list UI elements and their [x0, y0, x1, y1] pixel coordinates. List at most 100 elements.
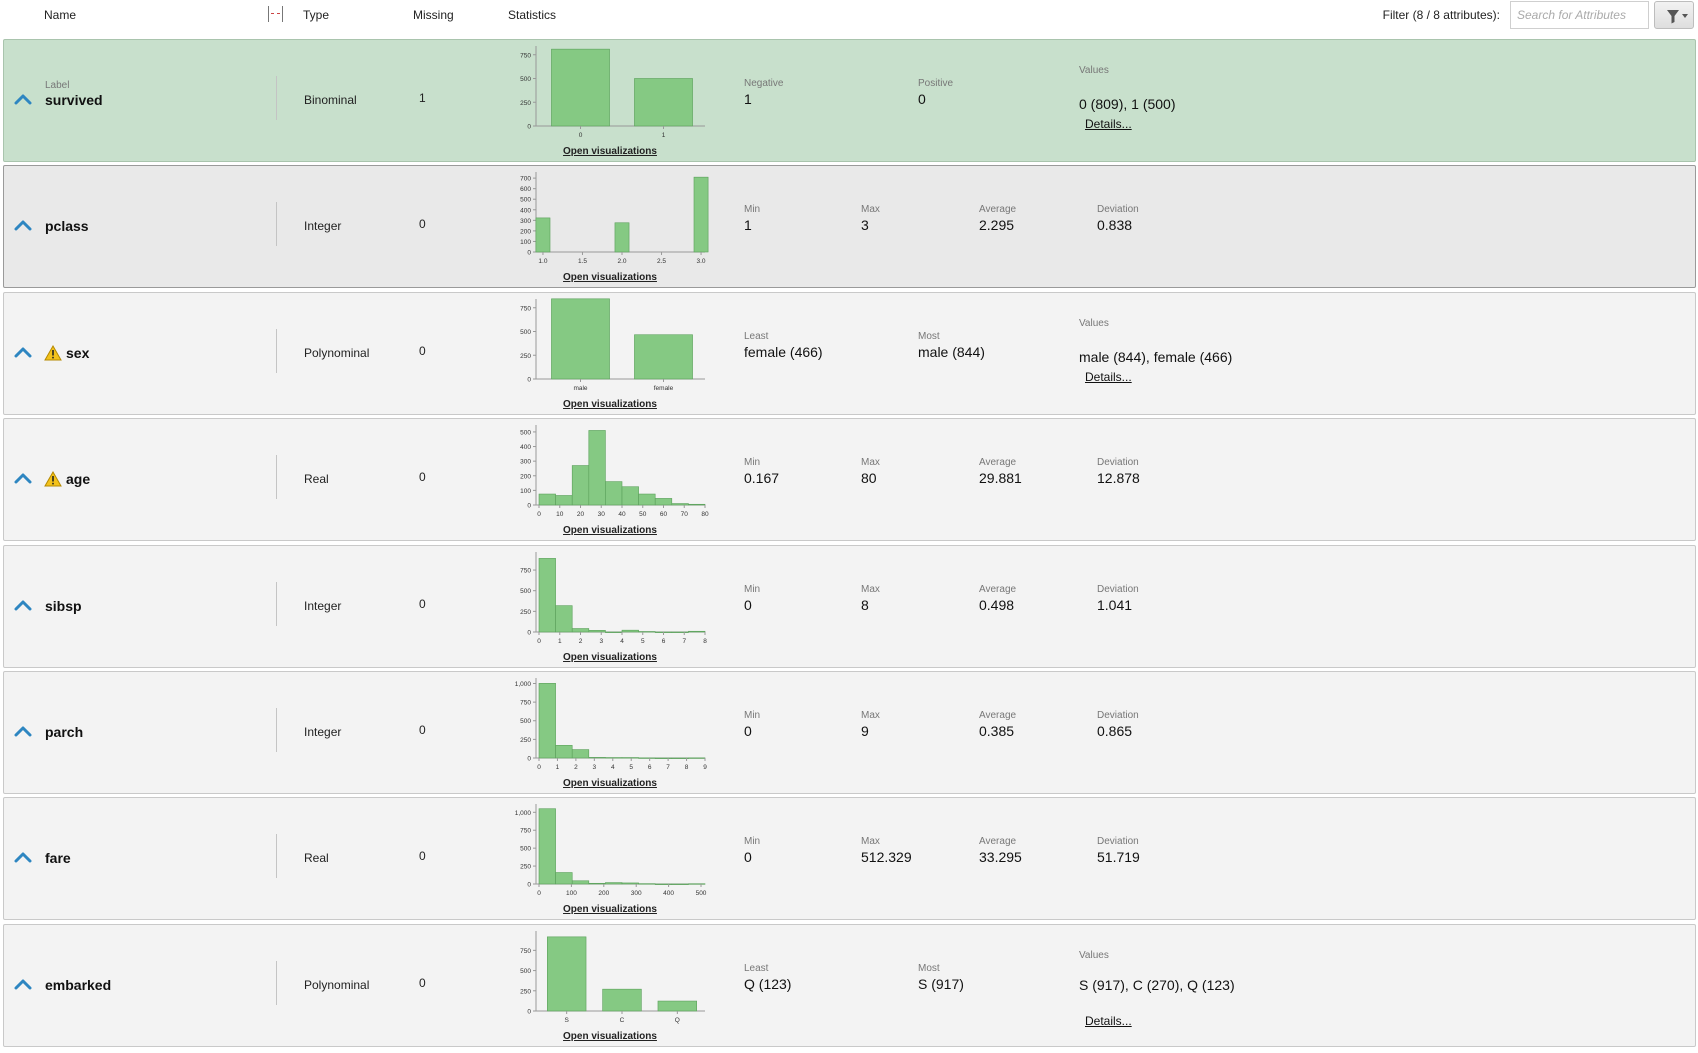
values-label: Values [1079, 318, 1109, 329]
bar [614, 222, 630, 253]
stat-value-most: male (844) [918, 344, 985, 360]
histogram-container[interactable]: 0 250 500 750 1,000 0 100 200 300 400 500 [511, 800, 711, 904]
x-tick-label: 1.0 [538, 258, 547, 265]
x-tick-label: 80 [701, 511, 709, 518]
attribute-row-fare[interactable]: fare Real 0 0 250 500 750 1,000 0 100 200 300 400 500… [3, 797, 1696, 920]
header-missing[interactable]: Missing [413, 8, 454, 22]
bar [605, 481, 623, 506]
x-tick-label: 400 [663, 890, 674, 897]
collapse-chevron-up-icon[interactable] [13, 977, 33, 991]
x-tick-label: 40 [618, 511, 626, 518]
collapse-chevron-up-icon[interactable] [13, 724, 33, 738]
bar [638, 631, 656, 633]
histogram-container[interactable]: 0 250 500 750 male female [511, 295, 711, 399]
x-tick-label: female [654, 385, 674, 392]
column-separator [276, 961, 277, 1005]
filter-label: Filter (8 / 8 attributes): [1382, 8, 1500, 22]
histogram-container[interactable]: 0 250 500 750 0 1 [511, 42, 711, 146]
attribute-row-embarked[interactable]: embarked Polynominal 0 0 250 500 750 S C Q Open vi… [3, 924, 1696, 1047]
histogram-chart[interactable]: 0 250 500 750 1,000 0 100 200 300 400 500 [511, 800, 711, 904]
column-resize-icon[interactable] [266, 6, 284, 22]
details-link[interactable]: Details... [1085, 370, 1132, 384]
histogram-chart[interactable]: 0 250 500 750 0 1 [511, 42, 711, 146]
open-visualizations-link[interactable]: Open visualizations [534, 272, 686, 283]
histogram-chart[interactable]: 0 250 500 750 1,000 0 1 2 3 4 5 6 7 8 9 [511, 674, 711, 778]
bar [551, 298, 610, 380]
x-tick-label: 4 [620, 638, 624, 645]
missing-count: 0 [419, 344, 426, 358]
x-tick-label: 6 [662, 638, 666, 645]
open-visualizations-link[interactable]: Open visualizations [534, 1031, 686, 1042]
collapse-chevron-up-icon[interactable] [13, 92, 33, 106]
collapse-chevron-up-icon[interactable] [13, 850, 33, 864]
x-tick-label: 5 [641, 638, 645, 645]
open-visualizations-link[interactable]: Open visualizations [534, 778, 686, 789]
collapse-chevron-up-icon[interactable] [13, 598, 33, 612]
attribute-type: Integer [304, 725, 342, 739]
bar [538, 683, 556, 759]
x-tick-label: male [573, 385, 587, 392]
stat-label-min: Min [744, 457, 761, 468]
histogram-chart[interactable]: 0 100 200 300 400 500 0 10 20 30 40 50 60 70 80 [511, 421, 711, 525]
missing-count: 0 [419, 723, 426, 737]
warning-icon [44, 470, 62, 487]
histogram-chart[interactable]: 0 250 500 750 S C Q [511, 927, 711, 1031]
x-tick-label: 9 [703, 764, 707, 771]
y-tick-label: 250 [520, 864, 531, 871]
stat-label-deviation: Deviation [1097, 457, 1139, 468]
bar [621, 882, 639, 885]
collapse-chevron-up-icon[interactable] [13, 345, 33, 359]
values-list: male (844), female (466) [1079, 349, 1233, 365]
x-tick-label: 100 [566, 890, 577, 897]
collapse-chevron-up-icon[interactable] [13, 471, 33, 485]
x-tick-label: 0 [537, 511, 541, 518]
histogram-chart[interactable]: 0 250 500 750 0 1 2 3 4 5 6 7 8 [511, 548, 711, 652]
x-tick-label: 500 [696, 890, 707, 897]
search-attributes-input[interactable] [1510, 1, 1649, 29]
y-tick-label: 300 [520, 218, 531, 225]
x-tick-label: 1 [558, 638, 562, 645]
bar [546, 936, 587, 1012]
x-tick-label: 70 [681, 511, 689, 518]
open-visualizations-link[interactable]: Open visualizations [534, 399, 686, 410]
details-link[interactable]: Details... [1085, 1014, 1132, 1028]
histogram-container[interactable]: 0 100 200 300 400 500 0 10 20 30 40 50 60 70 80 [511, 421, 711, 525]
x-tick-label: 4 [611, 764, 615, 771]
x-tick-label: 0 [579, 132, 583, 139]
attribute-name: pclass [45, 218, 89, 234]
attribute-row-parch[interactable]: parch Integer 0 0 250 500 750 1,000 0 1 2 3 4 5 6 7 8 9 Op… [3, 671, 1696, 794]
histogram-container[interactable]: 0 250 500 750 0 1 2 3 4 5 6 7 8 [511, 548, 711, 652]
details-link[interactable]: Details... [1085, 117, 1132, 131]
bar [571, 749, 590, 759]
bar [538, 808, 556, 885]
x-tick-label: 300 [631, 890, 642, 897]
missing-count: 0 [419, 217, 426, 231]
attribute-row-survived[interactable]: Label survived Binominal 1 0 250 500 750 0 1 Open … [3, 39, 1696, 162]
histogram-container[interactable]: 0 250 500 750 S C Q [511, 927, 711, 1031]
header-name[interactable]: Name [44, 8, 76, 22]
open-visualizations-link[interactable]: Open visualizations [534, 525, 686, 536]
attribute-row-pclass[interactable]: pclass Integer 0 0 100 200 300 400 500 600 700 1.0 1… [3, 165, 1696, 288]
open-visualizations-link[interactable]: Open visualizations [534, 904, 686, 915]
attribute-row-sex[interactable]: sex Polynominal 0 0 250 500 750 male female Open … [3, 292, 1696, 415]
stat-label-min: Min [744, 584, 761, 595]
bar [538, 493, 556, 506]
y-tick-label: 300 [520, 459, 531, 466]
attribute-row-sibsp[interactable]: sibsp Integer 0 0 250 500 750 0 1 2 3 4 5 6 7 8 Open vis… [3, 545, 1696, 668]
collapse-chevron-up-icon[interactable] [13, 218, 33, 232]
x-tick-label: 1.5 [578, 258, 587, 265]
header-statistics[interactable]: Statistics [508, 8, 556, 22]
histogram-chart[interactable]: 0 100 200 300 400 500 600 700 1.0 1.5 2.0 2.5 3.0 [511, 168, 711, 272]
y-tick-label: 600 [520, 186, 531, 193]
histogram-chart[interactable]: 0 250 500 750 male female [511, 295, 711, 399]
histogram-container[interactable]: 0 250 500 750 1,000 0 1 2 3 4 5 6 7 8 9 [511, 674, 711, 778]
open-visualizations-link[interactable]: Open visualizations [534, 652, 686, 663]
open-visualizations-link[interactable]: Open visualizations [534, 146, 686, 157]
bar [671, 631, 689, 633]
histogram-container[interactable]: 0 100 200 300 400 500 600 700 1.0 1.5 2.0 2.5 3.0 [511, 168, 711, 272]
attribute-row-age[interactable]: age Real 0 0 100 200 300 400 500 0 10 20 30 40 50 60 70 8… [3, 418, 1696, 541]
attribute-name: sibsp [45, 598, 82, 614]
filter-dropdown-button[interactable] [1654, 1, 1694, 29]
header-type[interactable]: Type [303, 8, 329, 22]
bar [688, 883, 706, 885]
